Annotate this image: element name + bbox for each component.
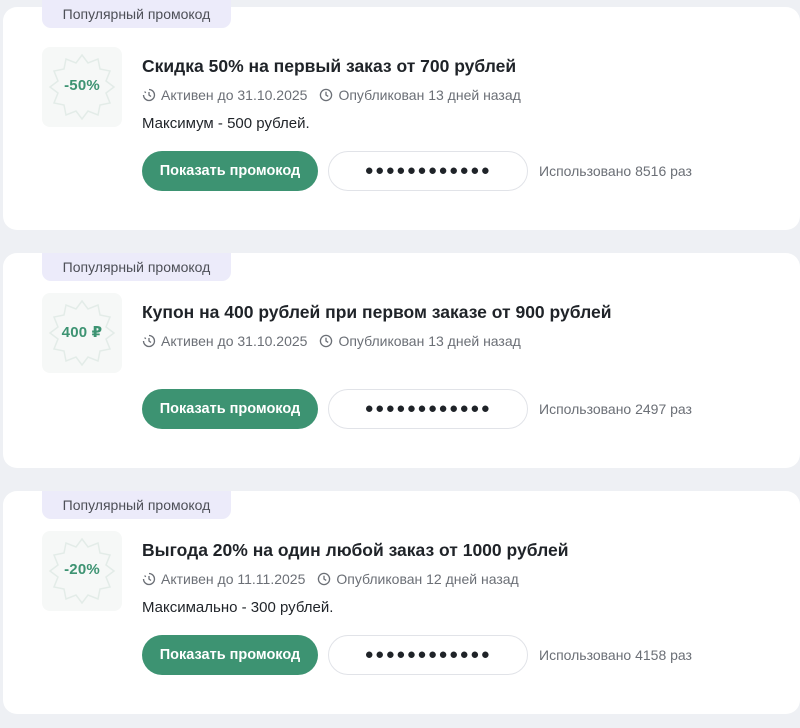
popular-badge: Популярный промокод bbox=[42, 491, 231, 519]
active-until-text: Активен до 11.11.2025 bbox=[161, 571, 306, 587]
masked-code-field[interactable]: ●●●●●●●●●●●● bbox=[328, 151, 528, 191]
published-date: Опубликован 13 дней назад bbox=[319, 87, 521, 103]
promo-title: Купон на 400 рублей при первом заказе от… bbox=[142, 302, 612, 322]
show-promocode-button[interactable]: Показать промокод bbox=[142, 389, 318, 429]
promo-card: Популярный промокод -50% Скидка 50% на п… bbox=[3, 0, 800, 230]
active-until: Активен до 31.10.2025 bbox=[142, 87, 307, 103]
promo-meta: Активен до 31.10.2025 Опубликован 13 дне… bbox=[142, 333, 521, 349]
promo-note: Максимально - 300 рублей. bbox=[142, 599, 334, 616]
usage-count: Использовано 2497 раз bbox=[539, 401, 692, 417]
active-until: Активен до 11.11.2025 bbox=[142, 571, 305, 587]
published-text: Опубликован 13 дней назад bbox=[338, 333, 521, 349]
promo-card: Популярный промокод -20% Выгода 20% на о… bbox=[3, 491, 800, 714]
masked-code-field[interactable]: ●●●●●●●●●●●● bbox=[328, 389, 528, 429]
promo-title: Скидка 50% на первый заказ от 700 рублей bbox=[142, 56, 517, 76]
timer-icon bbox=[142, 88, 156, 102]
show-promocode-button[interactable]: Показать промокод bbox=[142, 635, 318, 675]
active-until-text: Активен до 31.10.2025 bbox=[161, 333, 308, 349]
discount-value: 400 ₽ bbox=[61, 324, 103, 341]
discount-icon: -20% bbox=[42, 531, 122, 611]
usage-count: Использовано 8516 раз bbox=[539, 163, 692, 179]
promo-meta: Активен до 11.11.2025 Опубликован 12 дне… bbox=[142, 571, 519, 587]
discount-value: -20% bbox=[64, 561, 100, 578]
published-date: Опубликован 13 дней назад bbox=[319, 333, 521, 349]
promo-meta: Активен до 31.10.2025 Опубликован 13 дне… bbox=[142, 87, 521, 103]
discount-icon: 400 ₽ bbox=[42, 293, 122, 373]
promo-title: Выгода 20% на один любой заказ от 1000 р… bbox=[142, 540, 569, 560]
clock-icon bbox=[318, 572, 331, 586]
discount-icon: -50% bbox=[42, 47, 122, 127]
masked-code-field[interactable]: ●●●●●●●●●●●● bbox=[328, 635, 528, 675]
usage-count: Использовано 4158 раз bbox=[539, 647, 692, 663]
published-text: Опубликован 12 дней назад bbox=[336, 571, 519, 587]
clock-icon bbox=[320, 88, 333, 102]
timer-icon bbox=[142, 572, 156, 586]
popular-badge: Популярный промокод bbox=[42, 253, 231, 281]
timer-icon bbox=[142, 334, 156, 348]
discount-value: -50% bbox=[64, 77, 100, 94]
published-text: Опубликован 13 дней назад bbox=[338, 87, 521, 103]
active-until: Активен до 31.10.2025 bbox=[142, 333, 307, 349]
published-date: Опубликован 12 дней назад bbox=[317, 571, 519, 587]
clock-icon bbox=[320, 334, 333, 348]
popular-badge: Популярный промокод bbox=[42, 0, 231, 28]
show-promocode-button[interactable]: Показать промокод bbox=[142, 151, 318, 191]
promo-note: Максимум - 500 рублей. bbox=[142, 115, 310, 132]
active-until-text: Активен до 31.10.2025 bbox=[161, 87, 308, 103]
promo-card: Популярный промокод 400 ₽ Купон на 400 р… bbox=[3, 253, 800, 468]
